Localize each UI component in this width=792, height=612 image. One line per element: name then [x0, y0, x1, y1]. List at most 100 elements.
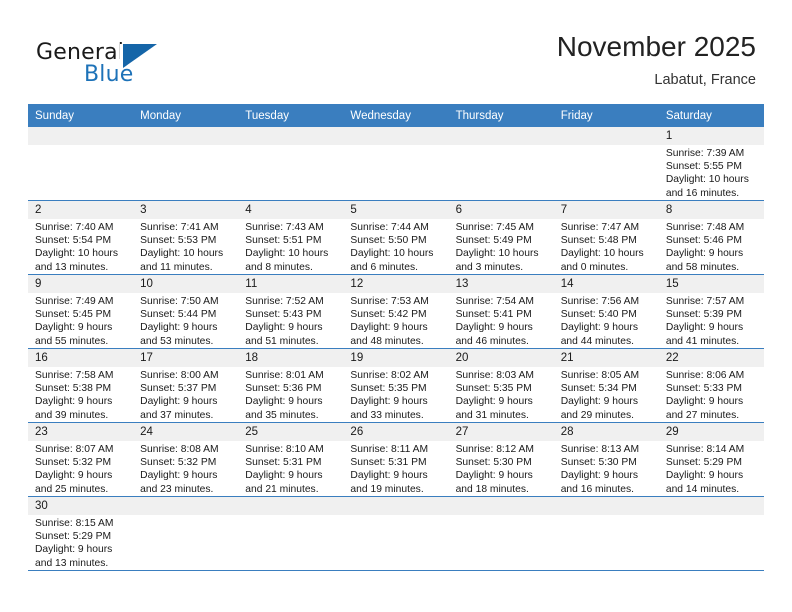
daylight-duration-line1: Daylight: 9 hours — [35, 470, 113, 482]
daylight-duration-line2: and 13 minutes. — [35, 261, 109, 273]
day-cell-inner — [28, 127, 134, 200]
calendar-day-cell-empty — [28, 127, 134, 201]
sunset-time: Sunset: 5:54 PM — [35, 235, 112, 247]
calendar-day-cell[interactable]: 21 Sunrise: 8:05 AM Sunset: 5:34 PM Dayligh… — [553, 348, 659, 423]
weekday-header-row: Sunday Monday Tuesday Wednesday Thursday… — [28, 104, 764, 127]
calendar-day-cell[interactable]: 10 Sunrise: 7:50 AM Sunset: 5:44 PM Dayligh… — [133, 274, 239, 349]
day-number — [553, 127, 659, 145]
daylight-duration-line1: Daylight: 9 hours — [140, 396, 218, 408]
sunrise-time: Sunrise: 7:54 AM — [455, 296, 534, 307]
daylight-duration-line2: and 0 minutes. — [560, 261, 629, 273]
daylight-duration-line2: and 51 minutes. — [245, 335, 319, 347]
calendar-day-cell[interactable]: 20 Sunrise: 8:03 AM Sunset: 5:35 PM Dayligh… — [448, 348, 554, 423]
daylight-duration-line1: Daylight: 9 hours — [35, 544, 113, 556]
day-details: Sunrise: 8:06 AM Sunset: 5:33 PM Daylight:… — [659, 367, 764, 422]
calendar-week-row: 30 Sunrise: 8:15 AM Sunset: 5:29 PM Dayligh… — [28, 496, 764, 571]
calendar-day-cell[interactable]: 28 Sunrise: 8:13 AM Sunset: 5:30 PM Dayligh… — [553, 422, 659, 497]
daylight-duration-line2: and 33 minutes. — [350, 409, 424, 421]
calendar-day-cell[interactable]: 29 Sunrise: 8:14 AM Sunset: 5:29 PM Dayligh… — [658, 422, 764, 497]
day-cell-inner: 24 Sunrise: 8:08 AM Sunset: 5:32 PM Dayligh… — [133, 423, 239, 496]
day-cell-inner: 30 Sunrise: 8:15 AM Sunset: 5:29 PM Dayligh… — [28, 497, 134, 570]
calendar-day-cell-empty — [553, 496, 659, 571]
day-number — [238, 497, 344, 515]
location-subtitle: Labatut, France — [654, 72, 756, 88]
day-number: 16 — [28, 349, 134, 367]
daylight-duration-line1: Daylight: 9 hours — [665, 322, 744, 334]
sunrise-time: Sunrise: 8:03 AM — [455, 370, 534, 381]
calendar-day-cell[interactable]: 5 Sunrise: 7:44 AM Sunset: 5:50 PM Daylight… — [343, 200, 449, 275]
daylight-duration-line1: Daylight: 9 hours — [140, 322, 218, 334]
sunset-time: Sunset: 5:30 PM — [455, 457, 532, 469]
weekday-header-tuesday: Tuesday — [238, 104, 344, 127]
day-number: 26 — [343, 423, 449, 441]
day-number: 21 — [553, 349, 659, 367]
day-number: 29 — [658, 423, 764, 441]
sunset-time: Sunset: 5:40 PM — [560, 309, 637, 321]
sunset-time: Sunset: 5:43 PM — [245, 309, 322, 321]
calendar-day-cell[interactable]: 18 Sunrise: 8:01 AM Sunset: 5:36 PM Dayligh… — [238, 348, 344, 423]
sunset-time: Sunset: 5:30 PM — [560, 457, 637, 469]
day-number: 1 — [658, 127, 764, 145]
calendar-day-cell[interactable]: 7 Sunrise: 7:47 AM Sunset: 5:48 PM Daylight… — [553, 200, 659, 275]
day-number — [133, 497, 239, 515]
brand-logo[interactable]: General Blue — [36, 40, 276, 96]
day-number — [553, 497, 659, 515]
sunrise-time: Sunrise: 7:43 AM — [245, 222, 324, 233]
calendar-day-cell[interactable]: 24 Sunrise: 8:08 AM Sunset: 5:32 PM Dayligh… — [133, 422, 239, 497]
calendar-day-cell-empty — [658, 496, 764, 571]
day-cell-inner: 12 Sunrise: 7:53 AM Sunset: 5:42 PM Dayligh… — [343, 275, 449, 348]
day-number: 9 — [28, 275, 134, 293]
calendar-day-cell[interactable]: 30 Sunrise: 8:15 AM Sunset: 5:29 PM Dayligh… — [28, 496, 134, 571]
daylight-duration-line2: and 41 minutes. — [665, 335, 740, 347]
day-details: Sunrise: 8:02 AM Sunset: 5:35 PM Daylight:… — [343, 367, 448, 422]
day-details: Sunrise: 8:00 AM Sunset: 5:37 PM Daylight:… — [133, 367, 238, 422]
calendar-day-cell[interactable]: 27 Sunrise: 8:12 AM Sunset: 5:30 PM Dayligh… — [448, 422, 554, 497]
calendar-day-cell[interactable]: 11 Sunrise: 7:52 AM Sunset: 5:43 PM Dayligh… — [238, 274, 344, 349]
calendar-day-cell[interactable]: 12 Sunrise: 7:53 AM Sunset: 5:42 PM Dayligh… — [343, 274, 449, 349]
daylight-duration-line2: and 14 minutes. — [665, 483, 740, 495]
calendar-day-cell[interactable]: 3 Sunrise: 7:41 AM Sunset: 5:53 PM Daylight… — [133, 200, 239, 275]
calendar-day-cell[interactable]: 19 Sunrise: 8:02 AM Sunset: 5:35 PM Dayligh… — [343, 348, 449, 423]
calendar-day-cell[interactable]: 13 Sunrise: 7:54 AM Sunset: 5:41 PM Dayligh… — [448, 274, 554, 349]
sunrise-time: Sunrise: 8:14 AM — [665, 444, 745, 455]
day-number: 25 — [238, 423, 344, 441]
sunset-time: Sunset: 5:49 PM — [455, 235, 532, 247]
calendar-day-cell[interactable]: 25 Sunrise: 8:10 AM Sunset: 5:31 PM Dayligh… — [238, 422, 344, 497]
day-cell-inner: 23 Sunrise: 8:07 AM Sunset: 5:32 PM Dayligh… — [28, 423, 134, 496]
calendar-day-cell[interactable]: 9 Sunrise: 7:49 AM Sunset: 5:45 PM Daylight… — [28, 274, 134, 349]
calendar-day-cell[interactable]: 23 Sunrise: 8:07 AM Sunset: 5:32 PM Dayligh… — [28, 422, 134, 497]
day-number: 10 — [133, 275, 239, 293]
calendar-day-cell[interactable]: 8 Sunrise: 7:48 AM Sunset: 5:46 PM Daylight… — [658, 200, 764, 275]
day-details: Sunrise: 8:12 AM Sunset: 5:30 PM Daylight:… — [449, 441, 554, 496]
calendar-day-cell-empty — [448, 496, 554, 571]
daylight-duration-line2: and 3 minutes. — [455, 261, 524, 273]
day-number: 20 — [448, 349, 554, 367]
calendar-day-cell[interactable]: 1 Sunrise: 7:39 AM Sunset: 5:55 PM Daylight… — [658, 127, 764, 201]
day-details: Sunrise: 8:03 AM Sunset: 5:35 PM Daylight:… — [449, 367, 554, 422]
calendar-day-cell[interactable]: 4 Sunrise: 7:43 AM Sunset: 5:51 PM Daylight… — [238, 200, 344, 275]
daylight-duration-line2: and 37 minutes. — [140, 409, 214, 421]
sunrise-time: Sunrise: 8:05 AM — [560, 370, 640, 381]
daylight-duration-line1: Daylight: 9 hours — [35, 322, 113, 334]
calendar-day-cell[interactable]: 17 Sunrise: 8:00 AM Sunset: 5:37 PM Dayligh… — [133, 348, 239, 423]
calendar-day-cell[interactable]: 16 Sunrise: 7:58 AM Sunset: 5:38 PM Dayligh… — [28, 348, 134, 423]
weekday-header-friday: Friday — [553, 104, 659, 127]
sunset-time: Sunset: 5:45 PM — [35, 309, 112, 321]
calendar-day-cell[interactable]: 15 Sunrise: 7:57 AM Sunset: 5:39 PM Dayligh… — [658, 274, 764, 349]
day-details: Sunrise: 7:53 AM Sunset: 5:42 PM Daylight:… — [343, 293, 448, 348]
day-cell-inner: 27 Sunrise: 8:12 AM Sunset: 5:30 PM Dayligh… — [448, 423, 554, 496]
calendar-day-cell-empty — [238, 127, 344, 201]
calendar-day-cell-empty — [343, 496, 449, 571]
day-details: Sunrise: 7:57 AM Sunset: 5:39 PM Daylight:… — [659, 293, 764, 348]
day-cell-inner — [343, 127, 449, 200]
daylight-duration-line1: Daylight: 9 hours — [350, 470, 428, 482]
calendar-day-cell[interactable]: 14 Sunrise: 7:56 AM Sunset: 5:40 PM Dayligh… — [553, 274, 659, 349]
day-number: 24 — [133, 423, 239, 441]
calendar-day-cell[interactable]: 6 Sunrise: 7:45 AM Sunset: 5:49 PM Daylight… — [448, 200, 554, 275]
calendar-day-cell[interactable]: 22 Sunrise: 8:06 AM Sunset: 5:33 PM Dayligh… — [658, 348, 764, 423]
daylight-duration-line2: and 16 minutes. — [560, 483, 634, 495]
sunrise-time: Sunrise: 7:48 AM — [665, 222, 745, 233]
calendar-day-cell[interactable]: 26 Sunrise: 8:11 AM Sunset: 5:31 PM Dayligh… — [343, 422, 449, 497]
daylight-duration-line1: Daylight: 10 hours — [455, 248, 539, 260]
calendar-day-cell[interactable]: 2 Sunrise: 7:40 AM Sunset: 5:54 PM Daylight… — [28, 200, 134, 275]
